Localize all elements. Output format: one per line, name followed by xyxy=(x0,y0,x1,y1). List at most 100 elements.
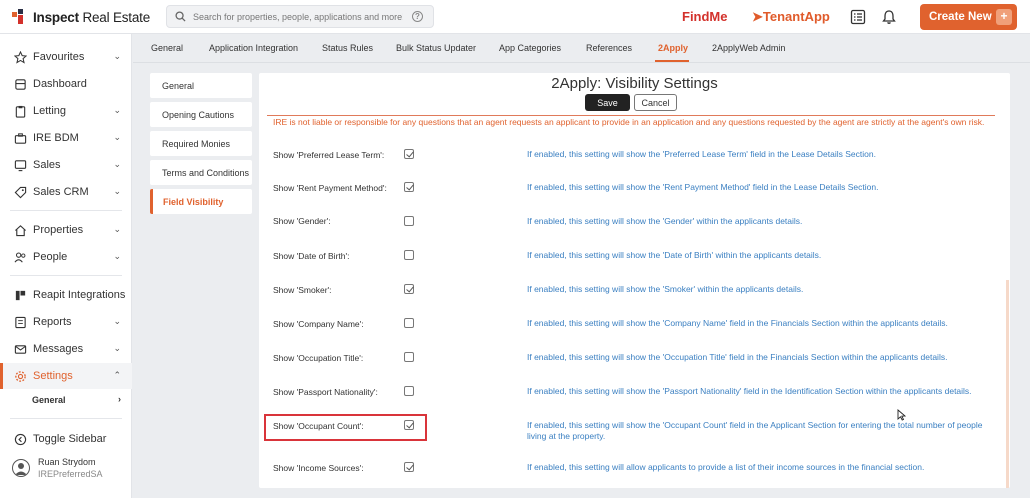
list-view-icon[interactable] xyxy=(850,9,866,25)
tab-2applyweb-admin[interactable]: 2ApplyWeb Admin xyxy=(712,43,785,53)
checkbox-rent-payment-method[interactable] xyxy=(404,182,414,192)
setting-label: Show 'Preferred Lease Term': xyxy=(273,150,385,160)
sidebar-item-label: Letting xyxy=(33,105,67,117)
sidebar-item-sales-crm[interactable]: Sales CRM ⌄ xyxy=(0,179,132,205)
sidebar: Favourites ⌄ Dashboard Letting ⌄ IRE BDM… xyxy=(0,34,132,498)
chevron-down-icon: ⌄ xyxy=(113,159,121,169)
people-icon xyxy=(13,250,27,264)
sidebar-item-properties[interactable]: Properties ⌄ xyxy=(0,217,132,243)
save-button[interactable]: Save xyxy=(585,94,630,111)
setting-label: Show 'Smoker': xyxy=(273,285,332,295)
sidebar-divider xyxy=(10,275,122,276)
gear-icon xyxy=(13,369,27,383)
plus-icon: + xyxy=(996,9,1012,25)
sidebar-item-label: People xyxy=(33,251,68,263)
chevron-down-icon: ⌄ xyxy=(113,51,121,61)
subnav-field-visibility[interactable]: Field Visibility xyxy=(150,189,252,214)
sidebar-item-ire-bdm[interactable]: IRE BDM ⌄ xyxy=(0,125,132,151)
sidebar-item-label: Favourites xyxy=(33,51,85,63)
user-profile[interactable]: Ruan Strydom IREPreferredSA xyxy=(12,457,103,479)
sidebar-divider xyxy=(10,418,122,419)
checkbox-gender[interactable] xyxy=(404,216,414,226)
help-icon[interactable]: ? xyxy=(412,11,423,22)
scrollbar[interactable] xyxy=(1006,280,1009,488)
top-header: Inspect Real Estate ? FindMe ➤TenantApp … xyxy=(0,0,1030,34)
sidebar-item-label: Settings xyxy=(33,370,73,382)
chevron-down-icon: ⌄ xyxy=(113,343,121,353)
checkbox-income-sources[interactable] xyxy=(404,462,414,472)
setting-description: If enabled, this setting will show the '… xyxy=(527,420,983,441)
checkbox-smoker[interactable] xyxy=(404,284,414,294)
create-new-label: Create New xyxy=(929,11,992,23)
monitor-icon xyxy=(13,158,27,172)
logo-word-inspect: Inspect xyxy=(33,9,79,25)
subnav-opening-cautions[interactable]: Opening Cautions xyxy=(150,102,252,127)
divider xyxy=(267,115,995,116)
setting-description: If enabled, this setting will show the '… xyxy=(527,284,804,294)
sidebar-subitem-general[interactable]: General › xyxy=(0,389,132,411)
sidebar-item-sales[interactable]: Sales ⌄ xyxy=(0,152,132,178)
setting-description: If enabled, this setting will allow appl… xyxy=(527,462,925,472)
subnav-terms-and-conditions[interactable]: Terms and Conditions xyxy=(150,160,252,185)
sidebar-item-label: Dashboard xyxy=(33,78,87,90)
sidebar-item-label: Sales xyxy=(33,159,61,171)
home-icon xyxy=(13,77,27,91)
setting-label: Show 'Gender': xyxy=(273,216,331,226)
setting-label: Show 'Rent Payment Method': xyxy=(273,183,387,193)
sidebar-item-reports[interactable]: Reports ⌄ xyxy=(0,309,132,335)
tab-bulk-status-updater[interactable]: Bulk Status Updater xyxy=(396,43,476,53)
app-logo[interactable]: Inspect Real Estate xyxy=(12,9,150,25)
sidebar-item-favourites[interactable]: Favourites ⌄ xyxy=(0,44,132,70)
tenantapp-link[interactable]: ➤TenantApp xyxy=(752,9,830,25)
checkbox-date-of-birth[interactable] xyxy=(404,250,414,260)
sidebar-item-reapit-integrations[interactable]: Reapit Integrations xyxy=(0,282,132,308)
sidebar-item-label: IRE BDM xyxy=(33,132,79,144)
sidebar-item-settings[interactable]: Settings ⌃ xyxy=(0,363,132,389)
setting-label: Show 'Income Sources': xyxy=(273,463,364,473)
tab-references[interactable]: References xyxy=(586,43,632,53)
findme-link[interactable]: FindMe xyxy=(682,9,728,24)
sidebar-subitem-label: General xyxy=(32,395,66,405)
tab-2apply[interactable]: 2Apply xyxy=(658,43,688,53)
global-search[interactable]: ? xyxy=(166,5,434,28)
sidebar-item-letting[interactable]: Letting ⌄ xyxy=(0,98,132,124)
page-title: 2Apply: Visibility Settings xyxy=(551,75,718,92)
tab-app-categories[interactable]: App Categories xyxy=(499,43,561,53)
setting-description: If enabled, this setting will show the '… xyxy=(527,250,822,260)
user-org: IREPreferredSA xyxy=(38,469,103,479)
setting-description: If enabled, this setting will show the '… xyxy=(527,352,948,362)
setting-label: Show 'Passport Nationality': xyxy=(273,387,378,397)
clipboard-icon xyxy=(13,104,27,118)
chevron-down-icon: ⌄ xyxy=(113,224,121,234)
chevron-down-icon: ⌄ xyxy=(113,251,121,261)
subnav-general[interactable]: General xyxy=(150,73,252,98)
tab-status-rules[interactable]: Status Rules xyxy=(322,43,373,53)
tenantapp-label: TenantApp xyxy=(762,9,830,24)
create-new-button[interactable]: Create New + xyxy=(920,4,1017,30)
sidebar-item-messages[interactable]: Messages ⌄ xyxy=(0,336,132,362)
star-icon xyxy=(13,50,27,64)
checkbox-preferred-lease-term[interactable] xyxy=(404,149,414,159)
cancel-button[interactable]: Cancel xyxy=(634,94,677,111)
sidebar-divider xyxy=(10,210,122,211)
sidebar-item-label: Sales CRM xyxy=(33,186,89,198)
sidebar-item-label: Messages xyxy=(33,343,84,355)
tab-application-integration[interactable]: Application Integration xyxy=(209,43,298,53)
mail-icon xyxy=(13,342,27,356)
sidebar-item-dashboard[interactable]: Dashboard xyxy=(0,71,132,97)
checkbox-occupant-count[interactable] xyxy=(404,420,414,430)
chevron-down-icon: ⌄ xyxy=(113,316,121,326)
sidebar-item-people[interactable]: People ⌄ xyxy=(0,244,132,270)
setting-label: Show 'Occupation Title': xyxy=(273,353,364,363)
bell-icon[interactable] xyxy=(881,9,897,25)
checkbox-passport-nationality[interactable] xyxy=(404,386,414,396)
checkbox-occupation-title[interactable] xyxy=(404,352,414,362)
toggle-sidebar-button[interactable]: Toggle Sidebar xyxy=(0,426,132,452)
reapit-icon xyxy=(13,288,27,302)
sidebar-item-label: Properties xyxy=(33,224,84,236)
tab-general[interactable]: General xyxy=(151,43,183,53)
settings-tabs: General Application Integration Status R… xyxy=(133,34,1030,63)
subnav-required-monies[interactable]: Required Monies xyxy=(150,131,252,156)
search-input[interactable] xyxy=(193,11,403,22)
checkbox-company-name[interactable] xyxy=(404,318,414,328)
